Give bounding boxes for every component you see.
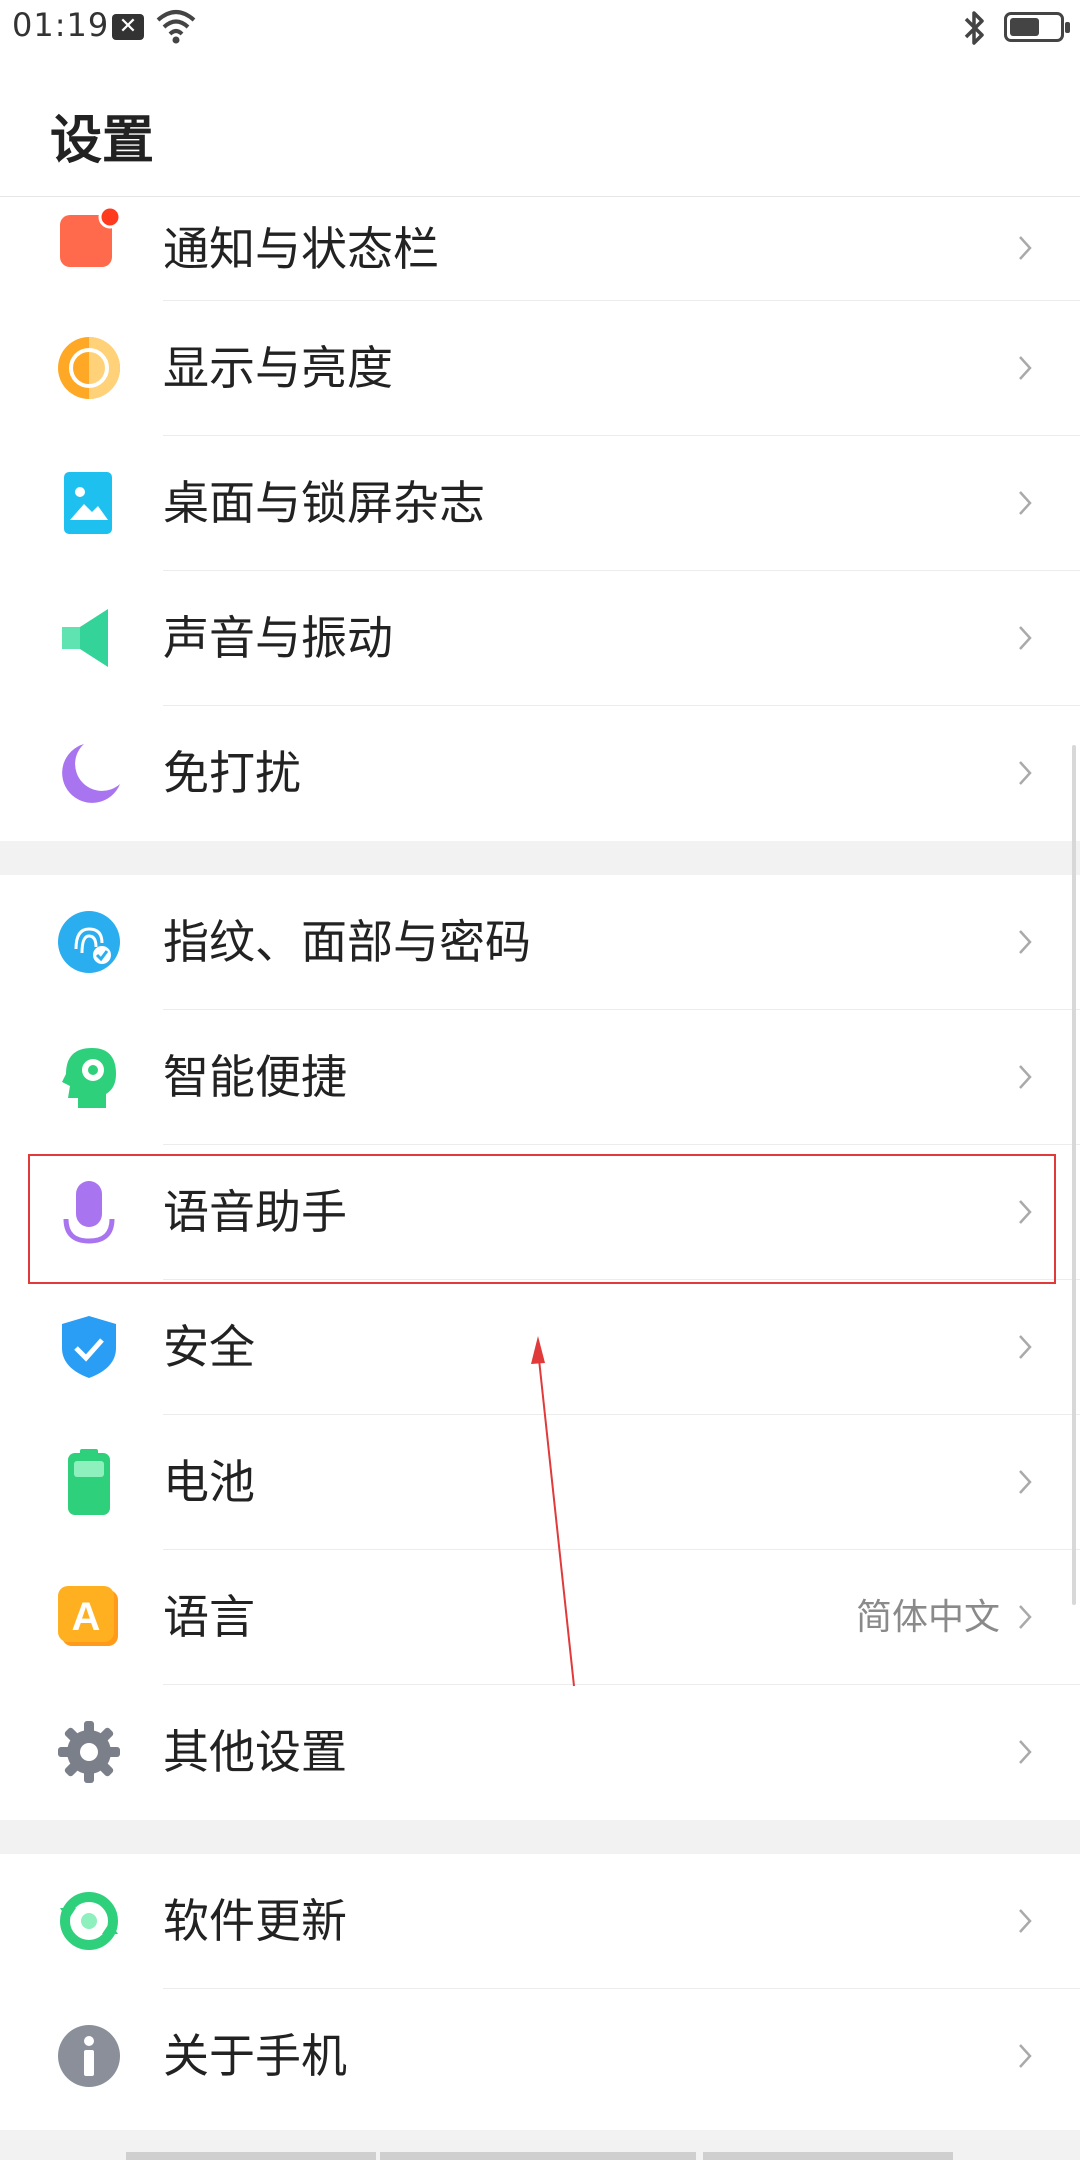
language-icon: A (56, 1584, 122, 1650)
settings-item-do-not-disturb[interactable]: 免打扰 (0, 706, 1080, 841)
settings-item-smart-convenience[interactable]: 智能便捷 (0, 1010, 1080, 1145)
close-box-icon: ✕ (112, 14, 144, 40)
settings-item-notifications[interactable]: 通知与状态栏 (0, 197, 1080, 301)
display-brightness-icon (56, 335, 122, 401)
settings-item-label: 软件更新 (163, 1894, 347, 1948)
settings-item-other-settings[interactable]: 其他设置 (0, 1685, 1080, 1820)
chevron-right-icon (1014, 353, 1036, 383)
settings-item-battery[interactable]: 电池 (0, 1415, 1080, 1550)
settings-group-about: 软件更新 关于手机 (0, 1854, 1080, 2124)
smart-head-icon (56, 1044, 122, 1110)
info-icon (56, 2023, 122, 2089)
bottom-segment (380, 2152, 696, 2160)
settings-group-system: 指纹、面部与密码 智能便捷 语音助手 安全 电池 A 语言 简体中文 其他设置 (0, 875, 1080, 1820)
chevron-right-icon (1014, 1062, 1036, 1092)
settings-item-fingerprint-face-password[interactable]: 指纹、面部与密码 (0, 875, 1080, 1010)
header: 设置 (0, 56, 1080, 197)
gear-icon (56, 1719, 122, 1785)
settings-item-sound-vibration[interactable]: 声音与振动 (0, 571, 1080, 706)
update-icon (56, 1888, 122, 1954)
battery-level (1010, 18, 1039, 36)
battery-icon (56, 1449, 122, 1515)
bluetooth-icon (960, 8, 990, 52)
settings-item-wallpaper[interactable]: 桌面与锁屏杂志 (0, 436, 1080, 571)
settings-item-label: 其他设置 (163, 1725, 347, 1779)
chevron-right-icon (1014, 1467, 1036, 1497)
settings-item-software-update[interactable]: 软件更新 (0, 1854, 1080, 1989)
language-value: 简体中文 (855, 1597, 1000, 1638)
scrollbar[interactable] (1072, 745, 1076, 1605)
shield-icon (56, 1314, 122, 1380)
svg-text:A: A (72, 1595, 101, 1639)
settings-item-label: 声音与振动 (163, 611, 393, 665)
settings-item-label: 免打扰 (163, 746, 301, 800)
battery-indicator-icon (1004, 12, 1070, 42)
group-spacer (0, 841, 1080, 875)
group-spacer (0, 1820, 1080, 1854)
settings-item-label: 电池 (163, 1455, 255, 1509)
settings-item-language[interactable]: A 语言 简体中文 (0, 1550, 1080, 1685)
bottom-strip (0, 2130, 1080, 2160)
wallpaper-icon (56, 470, 122, 536)
chevron-right-icon (1014, 233, 1036, 263)
bottom-segment (126, 2152, 376, 2160)
settings-item-label: 指纹、面部与密码 (163, 915, 531, 969)
settings-item-label: 关于手机 (163, 2029, 347, 2083)
fingerprint-icon (56, 909, 122, 975)
settings-item-label: 安全 (163, 1320, 255, 1374)
chevron-right-icon (1014, 1906, 1036, 1936)
chevron-right-icon (1014, 1602, 1036, 1632)
settings-item-security[interactable]: 安全 (0, 1280, 1080, 1415)
moon-icon (56, 740, 122, 806)
bottom-segment (703, 2152, 953, 2160)
status-bar: 01:19 ✕ (0, 0, 1080, 56)
settings-item-display-brightness[interactable]: 显示与亮度 (0, 301, 1080, 436)
status-time: 01:19 (12, 6, 110, 44)
chevron-right-icon (1014, 1737, 1036, 1767)
chevron-right-icon (1014, 2041, 1036, 2071)
settings-item-label: 通知与状态栏 (163, 222, 439, 276)
settings-item-label: 显示与亮度 (163, 341, 393, 395)
notification-icon (56, 205, 122, 271)
settings-item-label: 语言 (163, 1590, 255, 1644)
chevron-right-icon (1014, 927, 1036, 957)
highlight-box (28, 1154, 1056, 1284)
chevron-right-icon (1014, 623, 1036, 653)
settings-item-about-phone[interactable]: 关于手机 (0, 1989, 1080, 2124)
chevron-right-icon (1014, 1332, 1036, 1362)
settings-item-label: 桌面与锁屏杂志 (163, 476, 485, 530)
settings-item-label: 智能便捷 (163, 1050, 347, 1104)
wifi-icon (154, 6, 198, 50)
chevron-right-icon (1014, 758, 1036, 788)
settings-group-display: 通知与状态栏 显示与亮度 桌面与锁屏杂志 声音与振动 免打扰 (0, 197, 1080, 841)
chevron-right-icon (1014, 488, 1036, 518)
speaker-icon (56, 605, 122, 671)
page-title: 设置 (50, 111, 155, 171)
